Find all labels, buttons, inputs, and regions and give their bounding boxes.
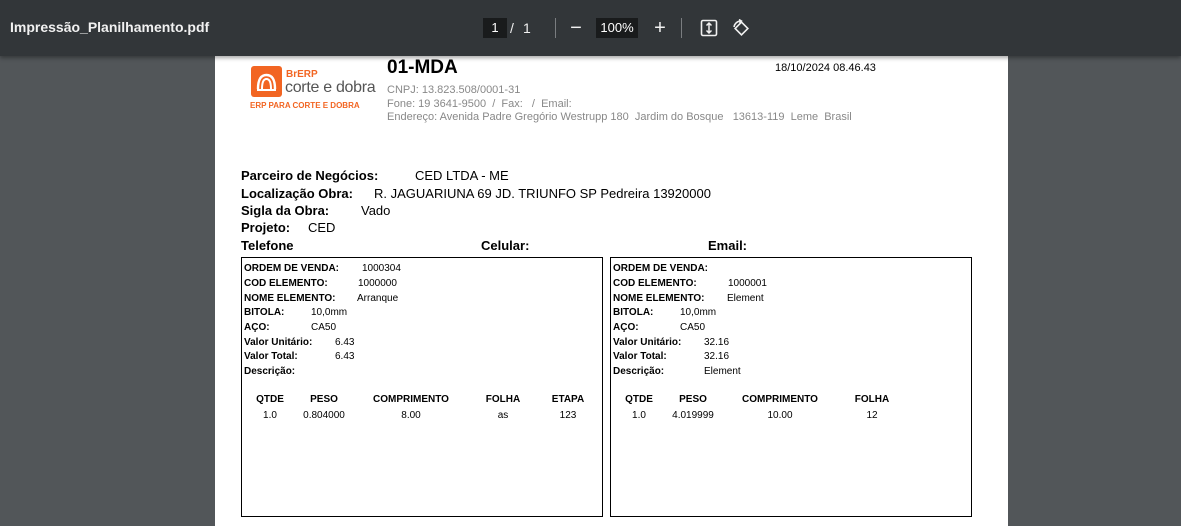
zoom-in-icon: + <box>654 17 666 39</box>
element-card: ORDEM DE VENDA: 1000304 COD ELEMENTO: 10… <box>241 257 603 517</box>
partner-value: CED LTDA - ME <box>415 168 509 183</box>
email-label: Email: <box>708 238 748 253</box>
cell-weight: 4.019999 <box>672 410 714 421</box>
unit-price-label: Valor Unitário: <box>244 337 313 348</box>
total-price-value: 6.43 <box>335 351 355 362</box>
description-label: Descrição: <box>244 366 296 377</box>
zoom-in-button[interactable]: + <box>648 16 672 40</box>
column-header-length: COMPRIMENTO <box>742 394 818 405</box>
company-cnpj: CNPJ: 13.823.508/0001-31 <box>387 84 521 96</box>
zoom-level-input[interactable]: 100% <box>596 18 638 38</box>
name-value: Arranque <box>357 293 399 304</box>
cell-sheet: as <box>497 410 509 421</box>
rotate-icon <box>733 18 749 36</box>
gauge-value: 10,0mm <box>680 307 717 318</box>
name-label: NOME ELEMENTO: <box>613 293 705 304</box>
description-value: Element <box>704 366 741 377</box>
column-header-length: COMPRIMENTO <box>373 394 449 405</box>
partner-label: Parceiro de Negócios: <box>241 168 379 183</box>
column-header-qty: QTDE <box>625 394 653 405</box>
zoom-out-icon: − <box>570 17 582 39</box>
description-label: Descrição: <box>613 366 665 377</box>
location-value: R. JAGUARIUNA 69 JD. TRIUNFO SP Pedreira… <box>374 186 711 201</box>
fit-page-icon <box>700 19 718 37</box>
element-card: ORDEM DE VENDA: COD ELEMENTO: 1000001 NO… <box>610 257 972 517</box>
page-total: 1 <box>523 20 531 36</box>
company-contact: Fone: 19 3641-9500 / Fax: / Email: <box>387 98 572 110</box>
page-separator: / <box>510 20 514 36</box>
total-price-label: Valor Total: <box>613 351 667 362</box>
toolbar-divider <box>681 18 682 38</box>
logo-icon <box>256 73 277 91</box>
page-number-input[interactable]: 1 <box>483 18 507 38</box>
cell-weight: 0.804000 <box>303 410 345 421</box>
order-label: ORDEM DE VENDA: <box>244 263 340 274</box>
column-header-sheet: FOLHA <box>485 394 521 405</box>
mobile-label: Celular: <box>481 238 530 253</box>
cell-length: 10.00 <box>767 410 793 421</box>
document-code: 01-MDA <box>387 57 458 78</box>
column-header-stage: ETAPA <box>551 394 585 405</box>
cell-qty: 1.0 <box>632 410 646 421</box>
toolbar-divider <box>555 18 556 38</box>
file-title: Impressão_Planilhamento.pdf <box>10 19 210 35</box>
order-label: ORDEM DE VENDA: <box>613 263 709 274</box>
phone-label: Telefone <box>241 238 294 253</box>
cell-stage: 123 <box>559 410 577 421</box>
company-address: Endereço: Avenida Padre Gregório Westrup… <box>387 111 852 123</box>
gauge-value: 10,0mm <box>311 307 348 318</box>
pdf-toolbar: Impressão_Planilhamento.pdf 1 / 1 − 100%… <box>0 0 1181 56</box>
steel-value: CA50 <box>680 322 706 333</box>
steel-label: AÇO: <box>613 322 639 333</box>
steel-label: AÇO: <box>244 322 270 333</box>
total-price-label: Valor Total: <box>244 351 298 362</box>
unit-price-value: 6.43 <box>335 337 355 348</box>
zoom-out-button[interactable]: − <box>564 16 588 40</box>
total-price-value: 32.16 <box>704 351 730 362</box>
column-header-qty: QTDE <box>256 394 284 405</box>
rotate-button[interactable] <box>729 16 753 40</box>
cell-sheet: 12 <box>866 410 878 421</box>
document-datetime: 18/10/2024 08.46.43 <box>775 62 876 74</box>
code-value: 1000001 <box>728 278 767 289</box>
gauge-label: BITOLA: <box>613 307 654 318</box>
company-logo <box>251 66 282 97</box>
column-header-weight: PESO <box>310 394 338 405</box>
project-value: CED <box>308 220 336 235</box>
code-value: 1000000 <box>358 278 397 289</box>
column-header-weight: PESO <box>679 394 707 405</box>
code-label: COD ELEMENTO: <box>244 278 328 289</box>
steel-value: CA50 <box>311 322 337 333</box>
order-value: 1000304 <box>362 263 401 274</box>
location-label: Localização Obra: <box>241 186 353 201</box>
code-label: COD ELEMENTO: <box>613 278 697 289</box>
cell-qty: 1.0 <box>263 410 277 421</box>
name-value: Element <box>727 293 764 304</box>
gauge-label: BITOLA: <box>244 307 285 318</box>
unit-price-label: Valor Unitário: <box>613 337 682 348</box>
logo-tagline: ERP PARA CORTE E DOBRA <box>250 101 360 110</box>
site-label: Sigla da Obra: <box>241 203 330 218</box>
unit-price-value: 32.16 <box>704 337 730 348</box>
site-value: Vado <box>361 203 391 218</box>
name-label: NOME ELEMENTO: <box>244 293 336 304</box>
project-label: Projeto: <box>241 220 291 235</box>
logo-name: corte e dobra <box>285 79 376 96</box>
column-header-sheet: FOLHA <box>854 394 890 405</box>
cell-length: 8.00 <box>401 410 421 421</box>
fit-page-button[interactable] <box>697 16 721 40</box>
